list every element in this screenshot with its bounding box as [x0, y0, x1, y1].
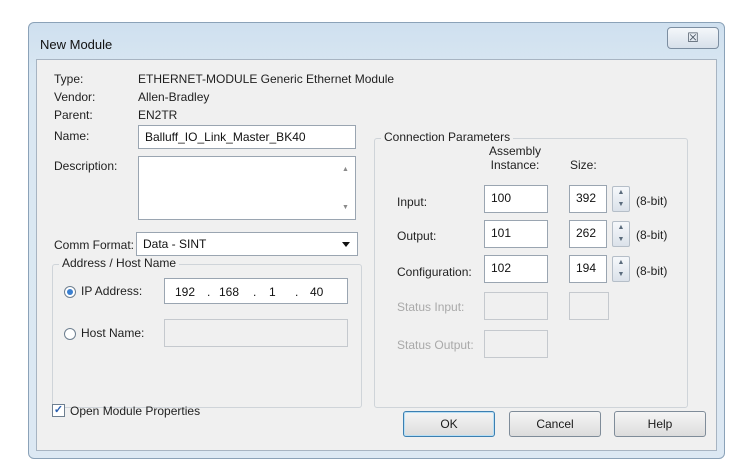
input-size-stepper[interactable]: ▲ ▼	[612, 186, 630, 212]
configuration-size-stepper[interactable]: ▲ ▼	[612, 256, 630, 282]
host-name-radio[interactable]	[64, 328, 76, 340]
configuration-size-field[interactable]: 194	[569, 255, 607, 283]
help-button[interactable]: Help	[614, 411, 706, 437]
scroll-up-icon[interactable]: ▲	[342, 159, 349, 181]
spin-up-icon: ▲	[617, 189, 625, 196]
spin-up-icon: ▲	[617, 224, 625, 231]
output-label: Output:	[397, 229, 437, 243]
close-button[interactable]: ☒	[667, 27, 719, 49]
configuration-unit: (8-bit)	[636, 264, 668, 278]
status-input-label: Status Input:	[397, 300, 465, 314]
output-size-field[interactable]: 262	[569, 220, 607, 248]
status-output-field[interactable]	[484, 330, 548, 358]
parent-label: Parent:	[54, 108, 93, 122]
input-size-field[interactable]: 392	[569, 185, 607, 213]
output-instance-field[interactable]: 101	[484, 220, 548, 248]
status-input-field[interactable]	[484, 292, 548, 320]
open-module-properties-label[interactable]: Open Module Properties	[70, 404, 200, 418]
ip-address-radio[interactable]	[64, 286, 76, 298]
input-instance-field[interactable]: 100	[484, 185, 548, 213]
scroll-down-icon[interactable]: ▼	[342, 197, 349, 219]
description-label: Description:	[54, 159, 118, 173]
size-header: Size:	[570, 158, 597, 172]
cancel-button[interactable]: Cancel	[509, 411, 601, 437]
open-module-properties-checkbox[interactable]: ✓	[52, 404, 65, 417]
output-unit: (8-bit)	[636, 228, 668, 242]
vendor-label: Vendor:	[54, 90, 96, 104]
spin-up-icon: ▲	[617, 259, 625, 266]
configuration-instance-field[interactable]: 102	[484, 255, 548, 283]
comm-format-label: Comm Format:	[54, 238, 135, 252]
assembly-instance-header-line2: Instance:	[490, 158, 540, 172]
connection-parameters-title: Connection Parameters	[381, 130, 514, 144]
spin-down-icon: ▼	[617, 271, 625, 278]
description-textarea[interactable]: ▲ ▼	[138, 156, 356, 220]
name-label: Name:	[54, 129, 90, 143]
close-icon: ☒	[687, 30, 699, 45]
ok-button[interactable]: OK	[403, 411, 495, 437]
vendor-value: Allen-Bradley	[138, 90, 210, 104]
spin-down-icon: ▼	[617, 201, 625, 208]
chevron-down-icon	[342, 242, 350, 247]
host-name-label[interactable]: Host Name:	[81, 326, 144, 340]
output-size-stepper[interactable]: ▲ ▼	[612, 221, 630, 247]
type-value: ETHERNET-MODULE Generic Ethernet Module	[138, 72, 395, 86]
configuration-label: Configuration:	[397, 265, 472, 279]
new-module-dialog: New Module ☒ Type: ETHERNET-MODULE Gener…	[28, 22, 725, 459]
status-output-label: Status Output:	[397, 338, 474, 352]
type-label: Type:	[54, 72, 84, 86]
assembly-instance-header-line1: Assembly	[488, 144, 541, 158]
address-group-title: Address / Host Name	[59, 256, 180, 270]
dialog-body: Type: ETHERNET-MODULE Generic Ethernet M…	[36, 59, 717, 451]
input-unit: (8-bit)	[636, 194, 668, 208]
status-input-size-field[interactable]	[569, 292, 609, 320]
ip-address-label[interactable]: IP Address:	[81, 284, 142, 298]
dialog-title: New Module	[40, 37, 113, 52]
comm-format-select[interactable]: Data - SINT	[136, 232, 358, 256]
host-name-input[interactable]	[164, 319, 348, 347]
input-label: Input:	[397, 195, 428, 209]
title-bar[interactable]: New Module ☒	[29, 23, 724, 59]
parent-value: EN2TR	[138, 108, 178, 122]
ip-address-input[interactable]: 192 . 168 . 1 . 40	[164, 278, 348, 304]
spin-down-icon: ▼	[617, 236, 625, 243]
name-input[interactable]: Balluff_IO_Link_Master_BK40	[138, 125, 356, 149]
